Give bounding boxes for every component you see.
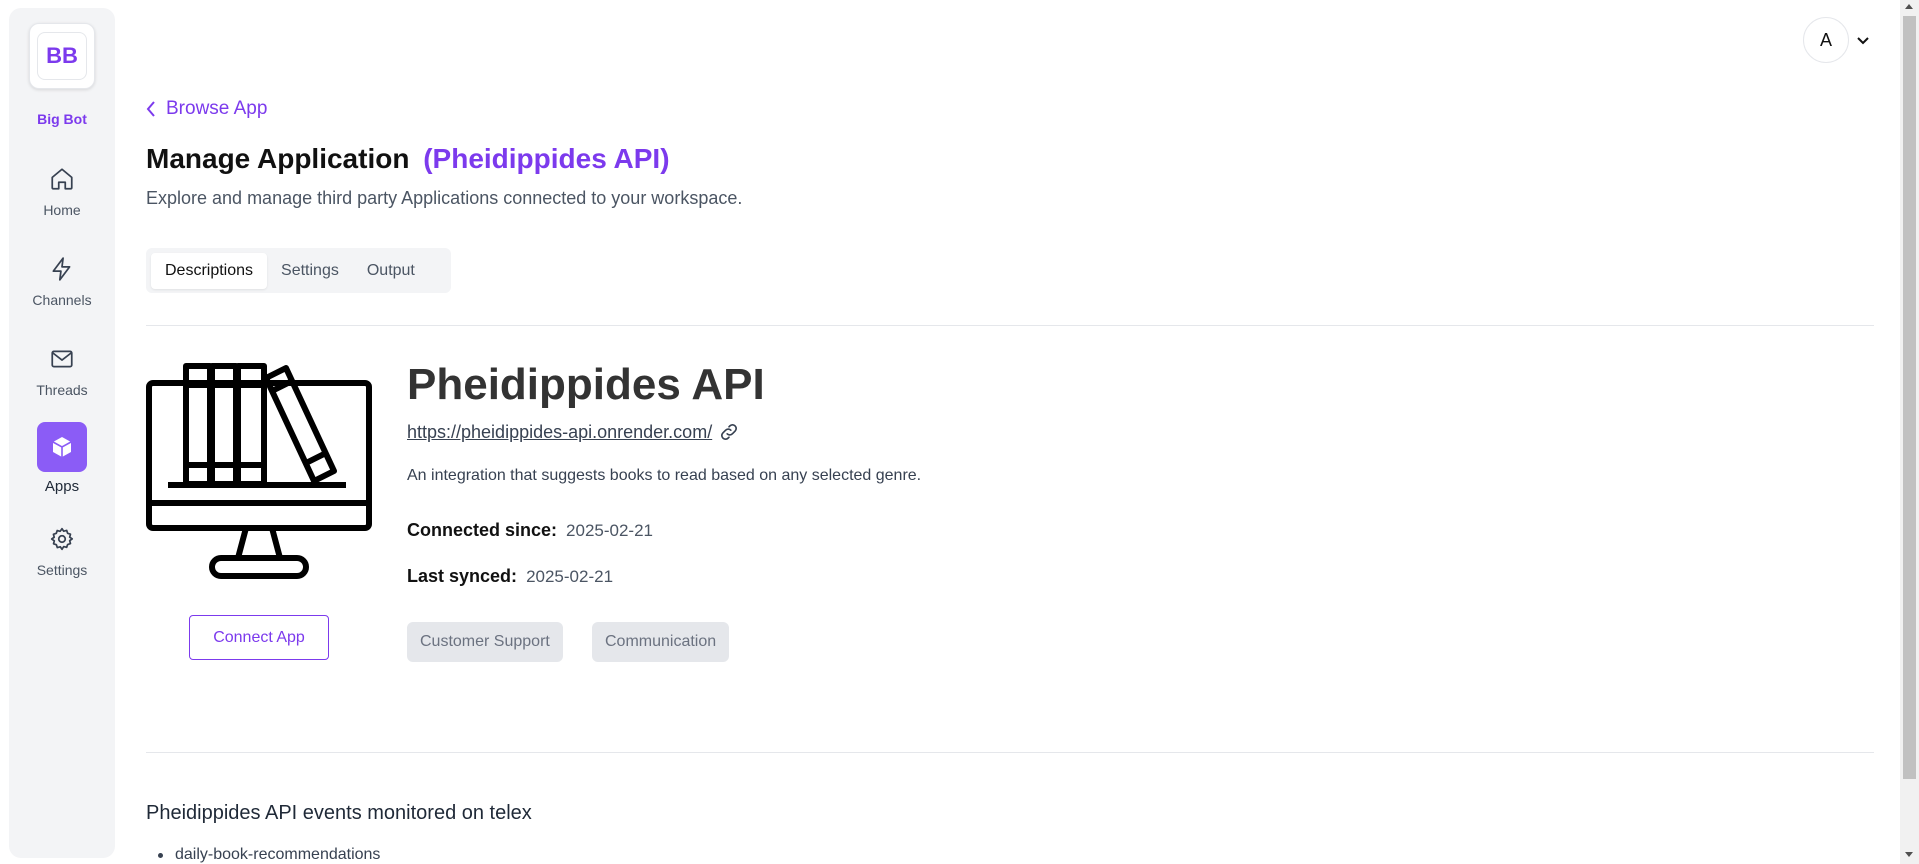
events-list: daily-book-recommendations: [146, 846, 380, 864]
cube-icon: [52, 437, 72, 457]
app-url-text[interactable]: https://pheidippides-api.onrender.com/: [407, 422, 712, 443]
sidebar-item-label: Channels: [32, 292, 92, 308]
lightning-icon: [52, 257, 71, 281]
scrollbar[interactable]: [1900, 0, 1919, 864]
workspace-name: Big Bot: [37, 111, 87, 127]
page-title-text: Manage Application: [146, 143, 410, 174]
category-tag: Customer Support: [407, 622, 563, 662]
apps-icon-tile: [37, 422, 87, 472]
home-icon: [51, 168, 73, 190]
avatar[interactable]: A: [1803, 17, 1849, 63]
page-title-app-name: (Pheidippides API): [423, 143, 670, 174]
divider: [146, 325, 1874, 326]
connected-since-value: 2025-02-21: [566, 521, 654, 540]
workspace-logo-text: BB: [37, 32, 87, 80]
app-description: An integration that suggests books to re…: [407, 467, 922, 484]
app-name: Pheidippides API: [407, 360, 765, 409]
last-synced-label: Last synced:: [407, 566, 518, 586]
tab-output[interactable]: Output: [353, 253, 429, 289]
page-subtitle: Explore and manage third party Applicati…: [146, 188, 743, 208]
app-illustration-icon: [146, 363, 372, 579]
browse-app-link[interactable]: Browse App: [146, 98, 267, 120]
sidebar-item-label: Home: [43, 202, 81, 218]
mail-icon: [51, 350, 73, 368]
sidebar-item-apps[interactable]: Apps: [9, 422, 115, 495]
link-icon[interactable]: [718, 421, 740, 443]
sidebar-item-label: Apps: [44, 478, 80, 495]
tab-bar: Descriptions Settings Output: [146, 248, 451, 293]
scroll-thumb[interactable]: [1903, 16, 1916, 779]
last-synced-value: 2025-02-21: [526, 567, 614, 586]
last-synced: Last synced: 2025-02-21: [407, 566, 613, 587]
scroll-down-arrow-icon[interactable]: [1905, 852, 1913, 857]
sidebar-item-channels[interactable]: Channels: [9, 256, 115, 308]
connected-since-label: Connected since:: [407, 520, 558, 540]
sidebar-item-settings[interactable]: Settings: [9, 526, 115, 578]
chevron-down-icon[interactable]: [1855, 32, 1871, 48]
connected-since: Connected since: 2025-02-21: [407, 520, 653, 541]
tab-settings[interactable]: Settings: [267, 253, 353, 289]
events-title: Pheidippides API events monitored on tel…: [146, 802, 532, 824]
gear-icon: [50, 527, 74, 551]
event-name: daily-book-recommendations: [175, 846, 381, 863]
bullet: [158, 852, 163, 858]
workspace-logo[interactable]: BB: [29, 23, 95, 89]
sidebar-item-label: Settings: [36, 562, 88, 578]
sidebar: BB Big Bot Home Channels Threads Apps Se…: [9, 8, 115, 858]
app-url-link[interactable]: https://pheidippides-api.onrender.com/: [407, 421, 740, 443]
list-item: daily-book-recommendations: [146, 846, 380, 864]
sidebar-item-label: Threads: [36, 382, 88, 398]
scroll-up-arrow-icon[interactable]: [1905, 4, 1913, 9]
page-title: Manage Application (Pheidippides API): [146, 143, 670, 175]
tab-descriptions[interactable]: Descriptions: [151, 252, 268, 289]
user-menu[interactable]: A: [1803, 17, 1871, 63]
browse-app-label: Browse App: [166, 98, 268, 119]
category-tag: Communication: [592, 622, 730, 662]
sidebar-item-home[interactable]: Home: [9, 166, 115, 218]
divider: [146, 752, 1874, 753]
chevron-left-icon: [146, 101, 155, 117]
connect-app-button[interactable]: Connect App: [189, 615, 329, 660]
sidebar-item-threads[interactable]: Threads: [9, 346, 115, 398]
